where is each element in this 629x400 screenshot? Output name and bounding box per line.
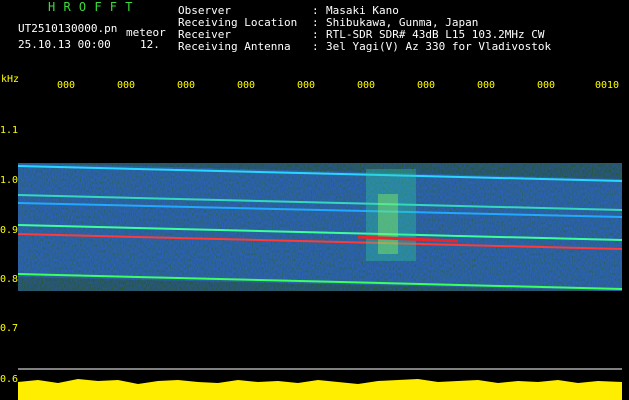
x-tick-label: 000	[177, 80, 196, 91]
location-label: Receiving Location	[178, 16, 298, 29]
y-tick-label: 0.8	[0, 274, 19, 285]
y-tick-label: 0.9	[0, 225, 19, 236]
receiver-value: RTL-SDR SDR# 43dB L15 103.2MHz CW	[326, 28, 545, 41]
datetime-suffix: 12.	[140, 38, 160, 51]
x-tick-label: 000	[537, 80, 556, 91]
x-tick-label: 0010	[595, 80, 620, 91]
echo-column	[378, 194, 398, 254]
spectrogram-plot	[18, 163, 622, 291]
mode-label: meteor	[126, 26, 166, 39]
x-tick-label: 000	[477, 80, 496, 91]
y-axis-unit: kHz	[1, 74, 20, 85]
separator: :	[312, 16, 319, 29]
x-tick-label: 000	[297, 80, 316, 91]
x-tick-label: 000	[117, 80, 136, 91]
separator: :	[312, 40, 319, 53]
x-tick-label: 000	[237, 80, 256, 91]
separator: :	[312, 4, 319, 17]
observer-label: Observer	[178, 4, 231, 17]
x-tick-label: 000	[417, 80, 436, 91]
antenna-value: 3el Yagi(V) Az 330 for Vladivostok	[326, 40, 552, 53]
y-tick-label: 1.0	[0, 175, 19, 186]
y-tick-label: 0.6	[0, 374, 19, 385]
separator: :	[312, 28, 319, 41]
y-tick-label: 1.1	[0, 125, 19, 136]
location-value: Shibukawa, Gunma, Japan	[326, 16, 479, 29]
level-baseline-bar	[18, 368, 622, 400]
y-tick-label: 0.7	[0, 323, 19, 334]
antenna-label: Receiving Antenna	[178, 40, 291, 53]
x-tick-label: 000	[57, 80, 76, 91]
observer-value: Masaki Kano	[326, 4, 399, 17]
receiver-label: Receiver	[178, 28, 231, 41]
x-tick-label: 000	[357, 80, 376, 91]
filename-label: UT2510130000.pn	[18, 22, 118, 35]
app-title: H R O F F T	[48, 0, 133, 14]
datetime-label: 25.10.13 00:00	[18, 38, 111, 51]
level-fill	[18, 379, 622, 400]
